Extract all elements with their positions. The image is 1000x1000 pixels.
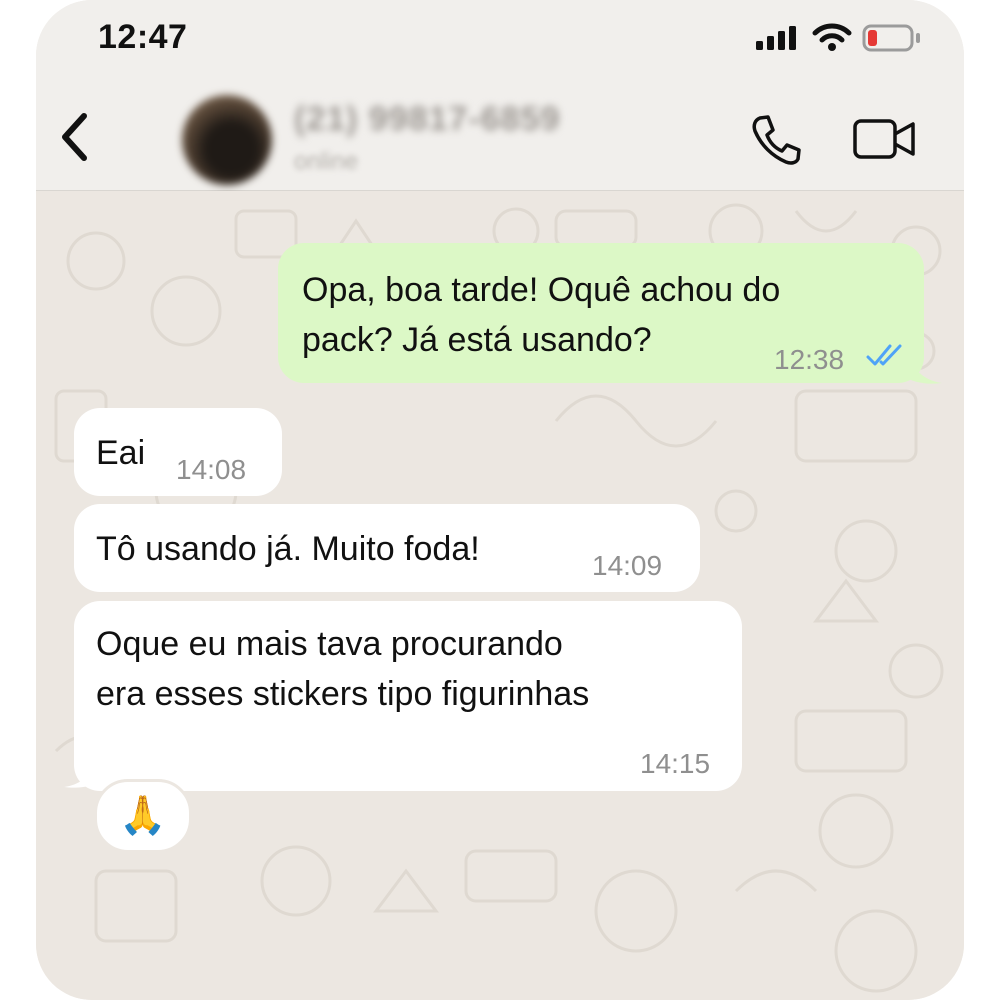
bubble-tail-incoming	[64, 753, 100, 788]
message-text: Eai	[96, 434, 146, 472]
message-text: Oque eu mais tava procurando era esses s…	[96, 625, 590, 713]
wifi-icon	[812, 23, 852, 51]
phone-screen: 12:47 (21) 99817-6859 online Opa, boa ta…	[36, 0, 964, 1000]
message-bubble-incoming[interactable]: Tô usando já. Muito foda! 14:09	[74, 504, 700, 592]
message-time: 14:09	[592, 550, 663, 581]
back-chevron-icon[interactable]	[58, 112, 92, 162]
message-time: 14:15	[640, 748, 711, 779]
message-bubble-incoming[interactable]: Eai 14:08	[74, 408, 282, 496]
contact-name[interactable]: (21) 99817-6859	[294, 100, 560, 139]
double-check-read-icon	[866, 344, 902, 366]
phone-icon[interactable]	[748, 112, 804, 168]
contact-status: online	[294, 148, 359, 175]
reaction-badge[interactable]: 🙏	[94, 779, 192, 853]
chat-area[interactable]: Opa, boa tarde! Oquê achou do pack? Já e…	[36, 191, 964, 1000]
message-bubble-incoming[interactable]: Oque eu mais tava procurando era esses s…	[74, 601, 742, 791]
signal-icon	[756, 26, 796, 50]
video-camera-icon[interactable]	[852, 115, 918, 163]
message-time: 14:08	[176, 454, 247, 485]
chat-header: 12:47 (21) 99817-6859 online	[36, 0, 964, 191]
status-bar-time: 12:47	[98, 18, 188, 56]
battery-low-icon	[862, 24, 920, 52]
bubble-tail-outgoing	[906, 349, 942, 384]
avatar[interactable]	[182, 95, 272, 185]
message-time: 12:38	[774, 344, 845, 375]
message-text: Tô usando já. Muito foda!	[96, 530, 480, 568]
message-bubble-outgoing[interactable]: Opa, boa tarde! Oquê achou do pack? Já e…	[278, 243, 924, 383]
